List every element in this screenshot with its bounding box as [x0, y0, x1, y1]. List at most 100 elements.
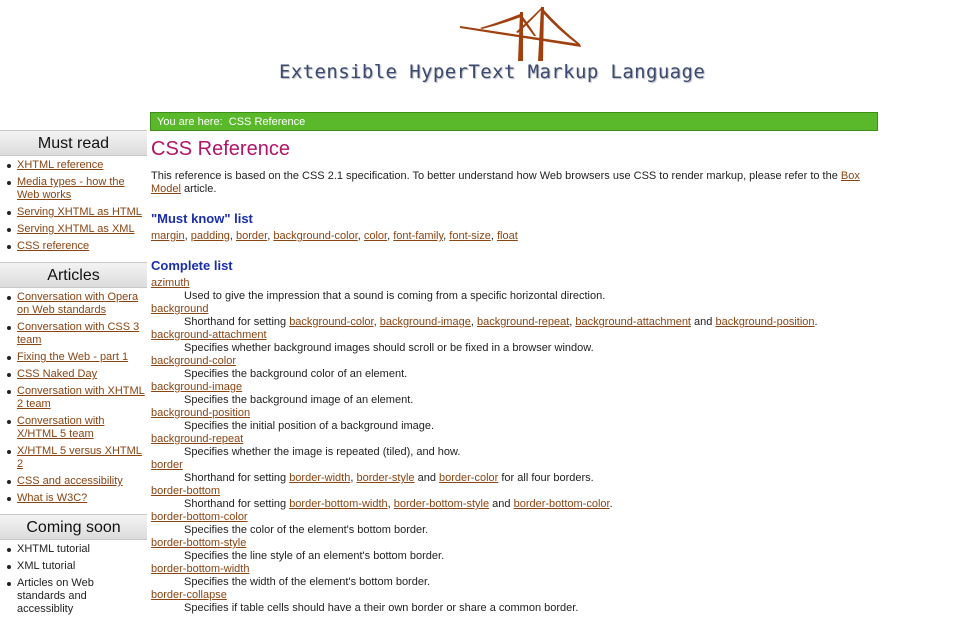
sidebar-item-serving-xhtml-as-xml[interactable]: Serving XHTML as XML	[0, 223, 147, 236]
sidebar-link-serving-xhtml-as-xml[interactable]: Serving XHTML as XML	[17, 223, 135, 235]
intro-paragraph: This reference is based on the CSS 2.1 s…	[151, 170, 876, 196]
must-know-link-margin[interactable]: margin	[151, 230, 185, 242]
must-know-link-color[interactable]: color	[364, 230, 387, 242]
property-term: border-bottom	[151, 485, 876, 498]
sidebar-link-conversation-with-css-3-team[interactable]: Conversation with CSS 3 team	[17, 321, 139, 346]
description-link-background-color[interactable]: background-color	[289, 316, 373, 328]
property-link-background-position[interactable]: background-position	[151, 407, 250, 419]
sidebar-link-xhtml-reference[interactable]: XHTML reference	[17, 159, 103, 171]
property-link-border-bottom-width[interactable]: border-bottom-width	[151, 563, 249, 575]
property-link-background-color[interactable]: background-color	[151, 355, 236, 367]
property-link-azimuth[interactable]: azimuth	[151, 277, 190, 289]
property-description: Specifies the background color of an ele…	[184, 368, 876, 381]
sidebar-item-css-reference[interactable]: CSS reference	[0, 240, 147, 253]
sidebar-item-media-types-how-the-web-works[interactable]: Media types - how the Web works	[0, 176, 147, 202]
property-link-border-bottom-color[interactable]: border-bottom-color	[151, 511, 248, 523]
property-description: Specifies the initial position of a back…	[184, 420, 876, 433]
property-description: Shorthand for setting border-width, bord…	[184, 472, 876, 485]
property-term: background	[151, 303, 876, 316]
must-read-list: XHTML reference Media types - how the Web…	[0, 156, 147, 262]
sidebar-link-css-reference[interactable]: CSS reference	[17, 240, 89, 252]
sidebar-link-conversation-with-xhtml-2-team[interactable]: Conversation with XHTML 2 team	[17, 385, 145, 410]
sidebar-item-conversation-with-x-html-5-team[interactable]: Conversation with X/HTML 5 team	[0, 415, 147, 441]
coming-soon-heading: Coming soon	[0, 514, 147, 540]
property-list: azimuth Used to give the impression that …	[151, 277, 876, 615]
description-text: Shorthand for setting	[184, 316, 290, 328]
sidebar-item-conversation-with-xhtml-2-team[interactable]: Conversation with XHTML 2 team	[0, 385, 147, 411]
must-know-heading: "Must know" list	[151, 211, 253, 226]
intro-text-end: article.	[184, 183, 217, 195]
sidebar-link-x-html-5-versus-xhtml-2[interactable]: X/HTML 5 versus XHTML 2	[17, 445, 142, 470]
description-link-background-position[interactable]: background-position	[715, 316, 814, 328]
sidebar-link-conversation-with-x-html-5-team[interactable]: Conversation with X/HTML 5 team	[17, 415, 104, 440]
description-text: and	[489, 498, 514, 510]
coming-soon-list: XHTML tutorial XML tutorial Articles on We…	[0, 540, 147, 625]
property-description: Shorthand for setting background-color, …	[184, 316, 876, 329]
description-link-border-style[interactable]: border-style	[356, 472, 414, 484]
sidebar-item-xml-tutorial: XML tutorial	[0, 560, 147, 573]
must-know-link-background-color[interactable]: background-color	[273, 230, 357, 242]
description-link-background-attachment[interactable]: background-attachment	[575, 316, 691, 328]
property-link-border-bottom[interactable]: border-bottom	[151, 485, 220, 497]
must-know-link-font-family[interactable]: font-family	[393, 230, 443, 242]
sidebar-item-articles-on-web-standards-and-accessiblity: Articles on Web standards and accessibli…	[0, 577, 147, 616]
sidebar-item-fixing-the-web-part-1[interactable]: Fixing the Web - part 1	[0, 351, 147, 364]
sidebar-link-serving-xhtml-as-html[interactable]: Serving XHTML as HTML	[17, 206, 142, 218]
main-content: CSS Reference This reference is based on…	[151, 137, 876, 615]
sidebar-item-what-is-w3c[interactable]: What is W3C?	[0, 492, 147, 505]
property-link-background[interactable]: background	[151, 303, 209, 315]
must-know-link-float[interactable]: float	[497, 230, 518, 242]
property-link-border-bottom-style[interactable]: border-bottom-style	[151, 537, 246, 549]
property-term: border	[151, 459, 876, 472]
description-text: Specifies the background color of an ele…	[184, 368, 408, 380]
description-text: Specifies the line style of an element's…	[184, 550, 445, 562]
property-term: background-position	[151, 407, 876, 420]
description-link-border-bottom-color[interactable]: border-bottom-color	[514, 498, 610, 510]
sidebar-link-xhtml-tutorial: XHTML tutorial	[17, 543, 90, 555]
sidebar-item-serving-xhtml-as-html[interactable]: Serving XHTML as HTML	[0, 206, 147, 219]
sidebar-item-xhtml-reference[interactable]: XHTML reference	[0, 159, 147, 172]
sidebar-item-css-naked-day[interactable]: CSS Naked Day	[0, 368, 147, 381]
description-text: Shorthand for setting	[184, 498, 290, 510]
sidebar-item-conversation-with-opera-on-web-standards[interactable]: Conversation with Opera on Web standards	[0, 291, 147, 317]
property-description: Specifies the line style of an element's…	[184, 550, 876, 563]
description-link-border-width[interactable]: border-width	[289, 472, 350, 484]
must-know-link-padding[interactable]: padding	[191, 230, 230, 242]
description-link-background-image[interactable]: background-image	[380, 316, 471, 328]
sidebar-item-css-and-accessibility[interactable]: CSS and accessibility	[0, 475, 147, 488]
description-link-border-bottom-style[interactable]: border-bottom-style	[394, 498, 489, 510]
property-description: Specifies the width of the element's bot…	[184, 576, 876, 589]
sidebar-link-conversation-with-opera-on-web-standards[interactable]: Conversation with Opera on Web standards	[17, 291, 138, 316]
description-text: Specifies if table cells should have a t…	[184, 602, 579, 614]
property-term: border-bottom-style	[151, 537, 876, 550]
property-link-background-image[interactable]: background-image	[151, 381, 242, 393]
property-link-border[interactable]: border	[151, 459, 183, 471]
property-link-background-repeat[interactable]: background-repeat	[151, 433, 243, 445]
sidebar-link-css-and-accessibility[interactable]: CSS and accessibility	[17, 475, 123, 487]
description-link-border-color[interactable]: border-color	[439, 472, 498, 484]
property-link-border-collapse[interactable]: border-collapse	[151, 589, 227, 601]
sidebar-link-fixing-the-web-part-1[interactable]: Fixing the Web - part 1	[17, 351, 128, 363]
breadcrumb-current: CSS Reference	[228, 116, 306, 128]
must-know-link-font-size[interactable]: font-size	[449, 230, 491, 242]
sidebar-item-x-html-5-versus-xhtml-2[interactable]: X/HTML 5 versus XHTML 2	[0, 445, 147, 471]
breadcrumb-prefix: You are here:	[157, 116, 223, 128]
property-description: Specifies whether the image is repeated …	[184, 446, 876, 459]
sidebar-link-css-naked-day[interactable]: CSS Naked Day	[17, 368, 97, 380]
sidebar-link-what-is-w3c[interactable]: What is W3C?	[17, 492, 87, 504]
property-description: Specifies the color of the element's bot…	[184, 524, 876, 537]
sidebar-item-conversation-with-css-3-team[interactable]: Conversation with CSS 3 team	[0, 321, 147, 347]
sidebar-link-media-types-how-the-web-works[interactable]: Media types - how the Web works	[17, 176, 125, 201]
intro-text: This reference is based on the CSS 2.1 s…	[151, 170, 838, 182]
property-term: azimuth	[151, 277, 876, 290]
site-title: Extensible HyperText Markup Language	[279, 61, 706, 83]
sidebar: Must read XHTML reference Media types - h…	[0, 130, 147, 625]
must-read-heading: Must read	[0, 130, 147, 156]
sidebar-item-xhtml-tutorial: XHTML tutorial	[0, 543, 147, 556]
property-link-background-attachment[interactable]: background-attachment	[151, 329, 267, 341]
description-link-border-bottom-width[interactable]: border-bottom-width	[289, 498, 387, 510]
description-text: Specifies whether the image is repeated …	[184, 446, 461, 458]
description-link-background-repeat[interactable]: background-repeat	[477, 316, 569, 328]
must-know-link-border[interactable]: border	[236, 230, 267, 242]
articles-heading: Articles	[0, 262, 147, 288]
